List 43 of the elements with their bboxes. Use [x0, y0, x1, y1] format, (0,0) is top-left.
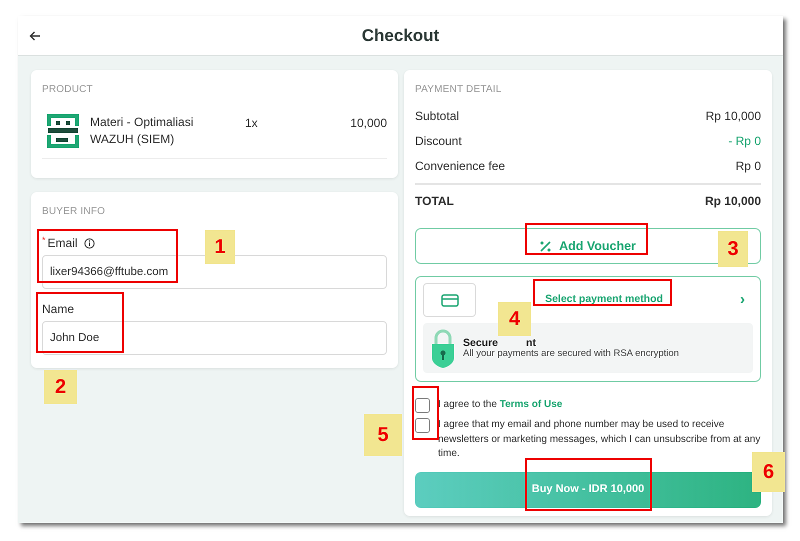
detail-label: Subtotal [415, 108, 460, 125]
buy-now-button[interactable]: Buy Now - IDR 10,000 [415, 472, 761, 508]
section-heading: PRODUCT [42, 83, 94, 97]
secure-title: nt [526, 336, 536, 349]
annotation-label: 5 [364, 414, 402, 456]
detail-label: Discount [415, 133, 462, 150]
section-heading: BUYER INFO [42, 205, 106, 219]
required-asterisk: * [42, 234, 46, 247]
percent-icon [540, 240, 552, 252]
annotation-label: 4 [498, 302, 531, 336]
back-arrow-icon[interactable] [29, 30, 41, 42]
annotation-label: 3 [718, 231, 748, 267]
quantity: 1x [245, 115, 258, 132]
secure-title: Secure [463, 336, 498, 349]
checkbox[interactable] [415, 398, 430, 413]
field-label: Email [48, 235, 78, 252]
annotation-label: 2 [44, 370, 77, 404]
price: 10,000 [350, 115, 387, 132]
field-label: Name [42, 301, 74, 318]
agreement-text: I agree to the Terms of Use [438, 398, 564, 412]
padlock-icon [431, 328, 455, 368]
input-field[interactable]: lixer94366@fftube.com [42, 255, 387, 289]
annotation-box [412, 386, 439, 440]
section-heading: PAYMENT DETAIL [415, 83, 503, 97]
page-title: Checkout [362, 24, 440, 47]
terms-link[interactable]: Terms of Use [500, 399, 562, 410]
annotation-label: 1 [205, 230, 235, 264]
total-label: TOTAL [415, 193, 454, 210]
secure-description: All your payments are secured with RSA encryption [463, 348, 679, 360]
select-payment-method-label: Select payment method [545, 293, 663, 306]
input-field[interactable]: John Doe [42, 321, 387, 355]
detail-value: - Rp 0 [728, 133, 761, 150]
detail-label: Convenience fee [415, 158, 506, 175]
product-logo-icon [47, 114, 79, 148]
annotation-label: 6 [752, 452, 785, 492]
detail-value: Rp 0 [736, 158, 761, 175]
product-name: Materi - Optimaliasi WAZUH (SIEM) [90, 114, 194, 148]
checkbox[interactable] [415, 418, 430, 433]
total-value: Rp 10,000 [704, 193, 761, 210]
info-icon[interactable] [84, 238, 95, 248]
credit-card-icon [440, 294, 458, 306]
detail-value: Rp 10,000 [706, 108, 761, 125]
chevron-right: › [740, 290, 745, 310]
